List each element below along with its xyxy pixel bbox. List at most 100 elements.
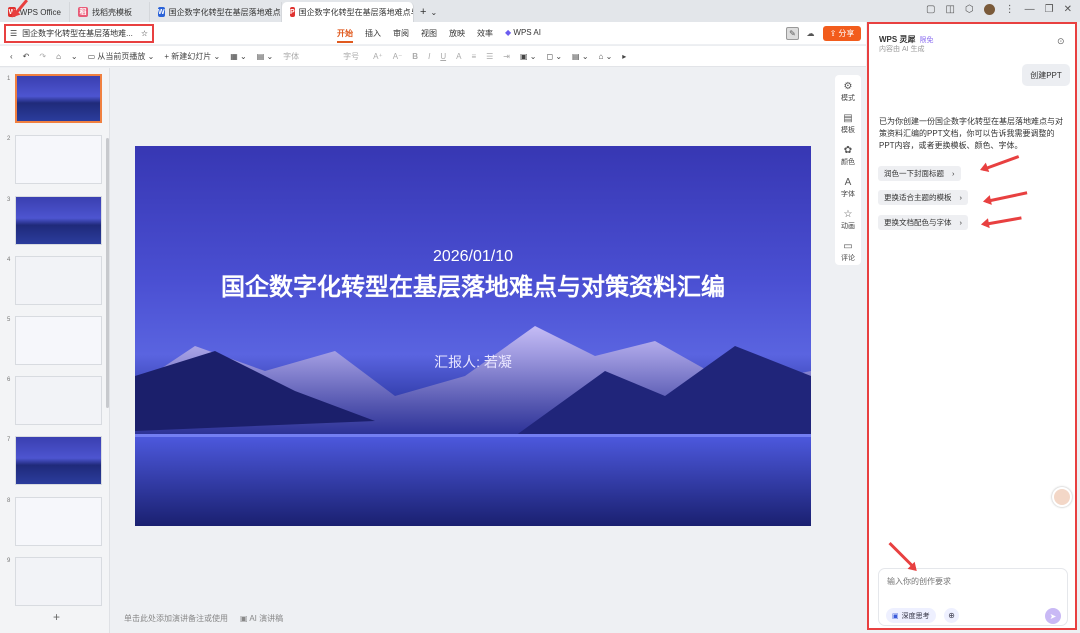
suggestion-chip-change-template[interactable]: 更换适合主题的模板 › [878,190,968,205]
slide-reporter[interactable]: 汇报人: 若凝 [135,352,811,372]
redo-icon[interactable]: ↷ [39,52,46,61]
suggestion-chip-change-colors-fonts[interactable]: 更换文档配色与字体 › [878,215,968,230]
web-search-icon[interactable]: ⊕ [944,608,959,623]
text-box-icon[interactable]: ▤ ⌄ [572,52,588,61]
avatar[interactable] [983,4,995,15]
minimize-icon[interactable]: — [1025,4,1035,15]
chevron-left-icon[interactable]: ‹ [10,52,13,61]
sidetool-label: 模板 [841,127,855,134]
share-button[interactable]: ⇪ 分享 [823,26,861,41]
slide-thumbnail-9[interactable] [15,557,102,606]
slide-title[interactable]: 国企数字化转型在基层落地难点与对策资料汇编 [195,272,751,304]
settings-icon[interactable]: ⊙ [1057,36,1065,47]
menu-review[interactable]: 审阅 [393,28,409,43]
tab-template[interactable]: 稻 找稻壳模板 [70,2,150,22]
arrange-icon[interactable]: ⌂ ⌄ [599,52,613,61]
window-controls: ▢ ◫ ⬡ ⋮ — ❐ ✕ [926,4,1072,15]
increase-font-icon[interactable]: A⁺ [373,52,383,61]
undo-icon[interactable]: ↶ [23,52,30,61]
sidetool-font[interactable]: A 字体 [841,177,855,199]
layout-icon[interactable]: ▢ [926,4,935,15]
suggestion-chip-polish-title[interactable]: 润色一下封面标题 › [878,166,961,181]
menu-home[interactable]: 开始 [337,28,353,43]
tab-label: 找稻壳模板 [92,7,132,17]
tab-label: 国企数字化转型在基层落地难点与对 [168,7,281,17]
assistant-avatar[interactable] [1052,487,1072,507]
cloud-icon[interactable]: ☁ [804,27,817,40]
notes-placeholder[interactable]: 单击此处添加演讲备注或使用 [124,613,228,624]
font-size-select[interactable]: 字号 [343,51,363,62]
slide-thumbnail-4[interactable] [15,256,102,305]
ribbon-menus: 开始 插入 审阅 视图 放映 效率 ◆ WPS AI [337,28,541,43]
chevron-right-icon: › [952,169,955,178]
chevron-down-icon[interactable]: ⌄ [430,8,437,17]
share-icon: ⇪ [829,29,837,38]
ai-speech-button[interactable]: ▣ AI 演讲稿 [240,613,283,624]
slide-number: 1 [7,76,11,82]
sidetool-template[interactable]: ▤ 模板 [841,113,855,135]
chevron-down-icon[interactable]: ⌄ [71,52,78,61]
sidetool-mode[interactable]: ⚙ 模式 [841,81,855,103]
new-slide-button[interactable]: + 新建幻灯片 ⌄ [164,51,220,62]
skin-icon[interactable]: ◫ [945,4,954,15]
tab-label: 国企数字化转型在基层落地难点与 [298,7,414,17]
image-icon[interactable]: ▣ ⌄ [520,52,536,61]
shape-icon[interactable]: ◻ ⌄ [546,52,562,61]
bold-icon[interactable]: B [412,52,418,61]
prompt-input[interactable] [887,577,1057,586]
window-close-icon[interactable]: ✕ [1064,4,1072,15]
current-slide[interactable]: 2026/01/10 国企数字化转型在基层落地难点与对策资料汇编 汇报人: 若凝 [135,146,811,526]
slide-thumbnail-6[interactable] [15,376,102,425]
slide-number: 9 [7,558,11,564]
tab-ppt-doc[interactable]: P 国企数字化转型在基层落地难点与 ✕ [282,2,414,22]
list-icon[interactable]: ☰ [486,52,493,61]
menu-insert[interactable]: 插入 [365,28,381,43]
indent-icon[interactable]: ⇥ [503,52,510,61]
sidetool-color[interactable]: ✿ 颜色 [841,145,855,167]
more-tools-icon[interactable]: ▸ [622,52,626,61]
home-icon[interactable]: ⌂ [56,52,61,61]
template-store-icon: 稻 [78,7,88,17]
sidetool-animation[interactable]: ☆ 动画 [841,209,855,231]
align-icon[interactable]: ≡ [471,52,476,61]
sidetool-comment[interactable]: ▭ 评论 [841,241,855,263]
hamburger-menu-icon[interactable]: ☰ [10,29,17,38]
send-icon[interactable]: ➤ [1045,608,1061,624]
slide-thumbnail-2[interactable] [15,135,102,184]
underline-icon[interactable]: U [440,52,446,61]
slide-thumbnail-7[interactable] [15,436,102,485]
slide-date[interactable]: 2026/01/10 [135,248,811,266]
font-family-select[interactable]: 字体 [283,51,333,62]
section-icon[interactable]: ▤ ⌄ [257,52,273,61]
deep-think-button[interactable]: ▣ 深度思考 [886,608,936,623]
add-slide-icon[interactable]: + [53,610,60,624]
thumbnail-scrollbar[interactable] [106,138,109,408]
menu-wps-ai[interactable]: ◆ WPS AI [505,28,541,43]
slide-thumbnail-5[interactable] [15,316,102,365]
play-icon: ▭ [87,51,96,61]
slide-number: 4 [7,257,11,263]
menu-view[interactable]: 视图 [421,28,437,43]
slide-thumbnail-3[interactable] [15,196,102,245]
apps-icon[interactable]: ⬡ [965,4,974,15]
slide-thumbnail-1[interactable] [15,74,102,123]
new-tab-icon[interactable]: + [420,6,426,18]
star-icon[interactable]: ☆ [141,29,148,38]
maximize-icon[interactable]: ❐ [1045,4,1054,15]
ai-panel-toggle-icon[interactable]: ✎ [786,27,799,40]
speaker-notes-bar[interactable]: 单击此处添加演讲备注或使用 ▣ AI 演讲稿 [124,613,283,624]
document-title-box[interactable]: ☰ 国企数字化转型在基层落地难... ☆ [4,24,154,43]
menu-slideshow[interactable]: 放映 [449,28,465,43]
prompt-input-box[interactable]: ▣深度思考 ⊕ ➤ [878,568,1068,626]
italic-icon[interactable]: I [428,52,430,61]
mode-icon: ⚙ [843,81,853,92]
decrease-font-icon[interactable]: A⁻ [393,52,403,61]
share-label: 分享 [838,29,855,38]
layout-icon[interactable]: ▦ ⌄ [230,52,246,61]
more-icon[interactable]: ⋮ [1005,4,1015,15]
menu-efficiency[interactable]: 效率 [477,28,493,43]
play-from-current-button[interactable]: ▭ 从当前页播放 ⌄ [88,51,155,62]
slide-thumbnail-8[interactable] [15,497,102,546]
text-color-icon[interactable]: A [456,52,461,61]
tab-word-doc[interactable]: W 国企数字化转型在基层落地难点与对 [150,2,282,22]
